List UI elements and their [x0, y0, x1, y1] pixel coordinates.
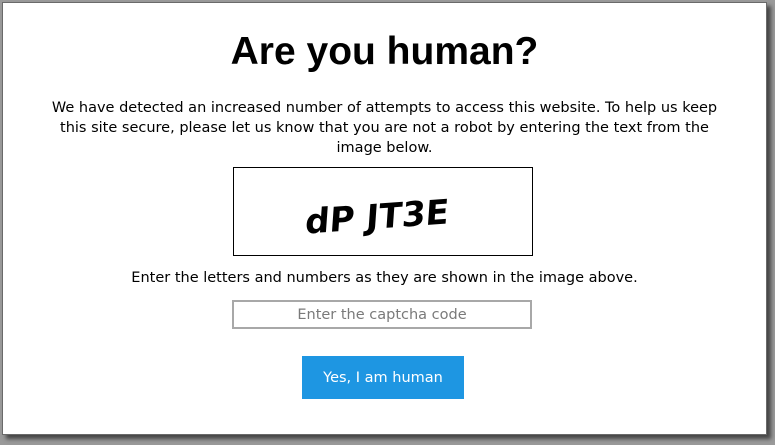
- page-title: Are you human?: [230, 30, 539, 73]
- captcha-dialog: Are you human? We have detected an incre…: [2, 2, 767, 435]
- captcha-image: dP JT3E: [233, 167, 533, 256]
- captcha-input[interactable]: [232, 300, 532, 329]
- description-text: We have detected an increased number of …: [51, 100, 718, 156]
- submit-human-button[interactable]: Yes, I am human: [302, 356, 464, 399]
- instruction-text: Enter the letters and numbers as they ar…: [131, 270, 638, 286]
- captcha-glyphs: dP JT3E: [304, 192, 450, 242]
- captcha-image-text: dP JT3E: [304, 192, 450, 242]
